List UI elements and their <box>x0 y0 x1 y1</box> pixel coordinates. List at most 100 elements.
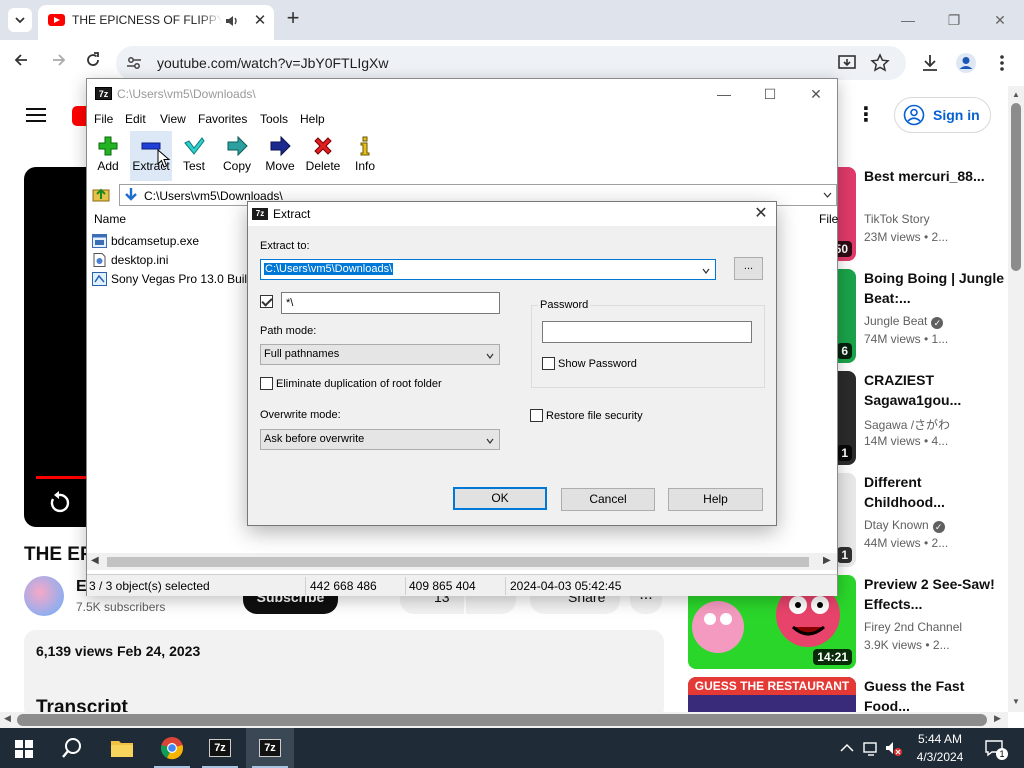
hamburger-menu-icon[interactable] <box>26 108 46 122</box>
tool-add-button[interactable]: Add <box>93 131 123 181</box>
site-info-icon[interactable] <box>124 53 144 73</box>
column-file-header[interactable]: File <box>819 212 838 226</box>
tray-chevron-up-icon[interactable] <box>838 738 856 758</box>
taskbar-7zip-active[interactable]: 7z <box>246 728 294 768</box>
channel-avatar[interactable] <box>24 576 64 616</box>
chevron-down-icon[interactable] <box>823 192 832 198</box>
chevron-down-icon[interactable] <box>702 267 710 275</box>
download-icon[interactable] <box>919 52 941 74</box>
rec-title[interactable]: Boing Boing | Jungle Beat:... <box>864 268 1004 308</box>
rec-channel[interactable]: Jungle Beat ✓ <box>864 314 944 329</box>
settings-kebab-icon[interactable]: ⋮ <box>856 104 876 126</box>
tool-move-button[interactable]: Move <box>263 131 297 181</box>
sevenzip-titlebar[interactable]: 7z C:\Users\vm5\Downloads\ — ☐ ✕ <box>87 79 837 109</box>
scroll-right-arrow-icon[interactable]: ▶ <box>823 555 831 566</box>
overwrite-mode-select[interactable]: Ask before overwrite <box>260 429 500 450</box>
speaker-icon[interactable] <box>224 13 240 29</box>
file-row[interactable]: desktop.ini <box>92 251 262 270</box>
rec-title[interactable]: CRAZIEST Sagawa1gou... <box>864 370 1004 410</box>
menu-help[interactable]: Help <box>300 112 325 126</box>
profile-icon[interactable] <box>955 52 977 74</box>
cancel-button[interactable]: Cancel <box>561 488 655 511</box>
rec-title[interactable]: Different Childhood... <box>864 472 1004 512</box>
tool-test-button[interactable]: Test <box>179 131 209 181</box>
clock-date[interactable]: 4/3/2024 <box>910 750 970 764</box>
video-progress-bar[interactable] <box>36 476 88 479</box>
column-name-header[interactable]: Name <box>94 212 126 226</box>
taskbar-file-explorer[interactable] <box>98 728 146 768</box>
subfolder-input[interactable]: *\ <box>281 292 500 314</box>
rec-title[interactable]: Guess the Fast Food... <box>864 676 1004 716</box>
rec-channel[interactable]: Firey 2nd Channel <box>864 620 962 634</box>
tool-copy-button[interactable]: Copy <box>221 131 253 181</box>
password-input[interactable] <box>542 321 752 343</box>
close-tab-icon[interactable]: ✕ <box>250 11 270 31</box>
minimize-icon[interactable]: — <box>898 10 918 30</box>
path-mode-select[interactable]: Full pathnames <box>260 344 500 365</box>
taskbar-chrome[interactable] <box>148 728 196 768</box>
scroll-up-arrow-icon[interactable]: ▲ <box>1011 90 1021 99</box>
extract-dialog-titlebar[interactable]: 7z Extract ✕ <box>248 202 776 226</box>
eliminate-duplication-label[interactable]: Eliminate duplication of root folder <box>276 378 442 390</box>
replay-icon[interactable] <box>46 490 72 516</box>
rec-channel[interactable]: Sagawa /さがわ <box>864 416 950 433</box>
restore-security-checkbox[interactable] <box>530 409 543 422</box>
menu-favorites[interactable]: Favorites <box>198 112 247 126</box>
tool-info-button[interactable]: Info <box>351 131 379 181</box>
reload-button[interactable] <box>80 50 106 76</box>
menu-view[interactable]: View <box>160 112 186 126</box>
plus-icon <box>98 136 118 156</box>
file-list-scroll-thumb[interactable] <box>107 557 809 567</box>
dialog-close-icon[interactable]: ✕ <box>748 203 774 225</box>
show-password-checkbox[interactable] <box>542 357 555 370</box>
file-row[interactable]: bdcamsetup.exe <box>92 232 262 251</box>
eliminate-duplication-checkbox[interactable] <box>260 377 273 390</box>
start-button[interactable] <box>0 728 48 768</box>
taskbar-search-button[interactable] <box>48 728 96 768</box>
file-list-horizontal-scrollbar[interactable]: ◀ ▶ <box>87 553 837 570</box>
rec-title[interactable]: Preview 2 See-Saw! Effects... <box>864 574 1004 614</box>
sevenzip-maximize-icon[interactable]: ☐ <box>755 83 785 105</box>
network-icon[interactable] <box>862 738 880 758</box>
rec-channel[interactable]: Dtay Known ✓ <box>864 518 945 533</box>
rec-channel[interactable]: TikTok Story <box>864 212 930 226</box>
scroll-down-arrow-icon[interactable]: ▼ <box>1011 697 1021 706</box>
video-player[interactable] <box>24 167 88 527</box>
tab-search-button[interactable] <box>8 8 32 32</box>
folder-up-icon[interactable] <box>92 185 110 203</box>
url-text[interactable]: youtube.com/watch?v=JbY0FTLIgXw <box>157 55 389 71</box>
scroll-right-arrow-icon[interactable]: ▶ <box>994 713 1001 724</box>
tool-delete-button[interactable]: Delete <box>305 131 341 181</box>
ok-button[interactable]: OK <box>453 487 547 510</box>
new-tab-button[interactable]: + <box>282 7 304 30</box>
page-horizontal-scroll-thumb[interactable] <box>17 714 987 726</box>
menu-file[interactable]: File <box>94 112 113 126</box>
rec-thumbnail[interactable]: GUESS THE RESTAURANT <box>688 677 856 712</box>
chrome-menu-icon[interactable] <box>991 52 1013 74</box>
file-row[interactable]: Sony Vegas Pro 13.0 Buil... <box>92 270 262 289</box>
menu-tools[interactable]: Tools <box>260 112 288 126</box>
page-vertical-scroll-thumb[interactable] <box>1011 103 1021 271</box>
sevenzip-close-icon[interactable]: ✕ <box>801 83 831 105</box>
extract-to-combo[interactable]: C:\Users\vm5\Downloads\ <box>260 259 716 280</box>
rec-title[interactable]: Best mercuri_88... <box>864 166 1004 186</box>
taskbar-7zip[interactable]: 7z <box>196 728 244 768</box>
close-window-icon[interactable]: ✕ <box>990 10 1010 30</box>
scroll-left-arrow-icon[interactable]: ◀ <box>91 555 99 566</box>
browser-tab-youtube[interactable]: THE EPICNESS OF FLIPPY VS ✕ <box>38 5 274 40</box>
browse-button[interactable]: ... <box>734 257 763 280</box>
clock-time[interactable]: 5:44 AM <box>910 732 970 746</box>
back-button[interactable] <box>8 50 34 76</box>
forward-button[interactable] <box>46 50 72 76</box>
restore-security-label[interactable]: Restore file security <box>546 410 643 422</box>
bookmark-star-icon[interactable] <box>869 52 891 74</box>
scroll-left-arrow-icon[interactable]: ◀ <box>4 713 11 724</box>
menu-edit[interactable]: Edit <box>125 112 146 126</box>
install-app-icon[interactable] <box>836 52 858 74</box>
subfolder-checkbox[interactable] <box>260 295 273 308</box>
volume-muted-icon[interactable] <box>884 738 902 758</box>
help-button[interactable]: Help <box>668 488 763 511</box>
sevenzip-minimize-icon[interactable]: — <box>709 83 739 105</box>
restore-icon[interactable]: ❐ <box>944 10 964 30</box>
show-password-label[interactable]: Show Password <box>558 358 637 370</box>
